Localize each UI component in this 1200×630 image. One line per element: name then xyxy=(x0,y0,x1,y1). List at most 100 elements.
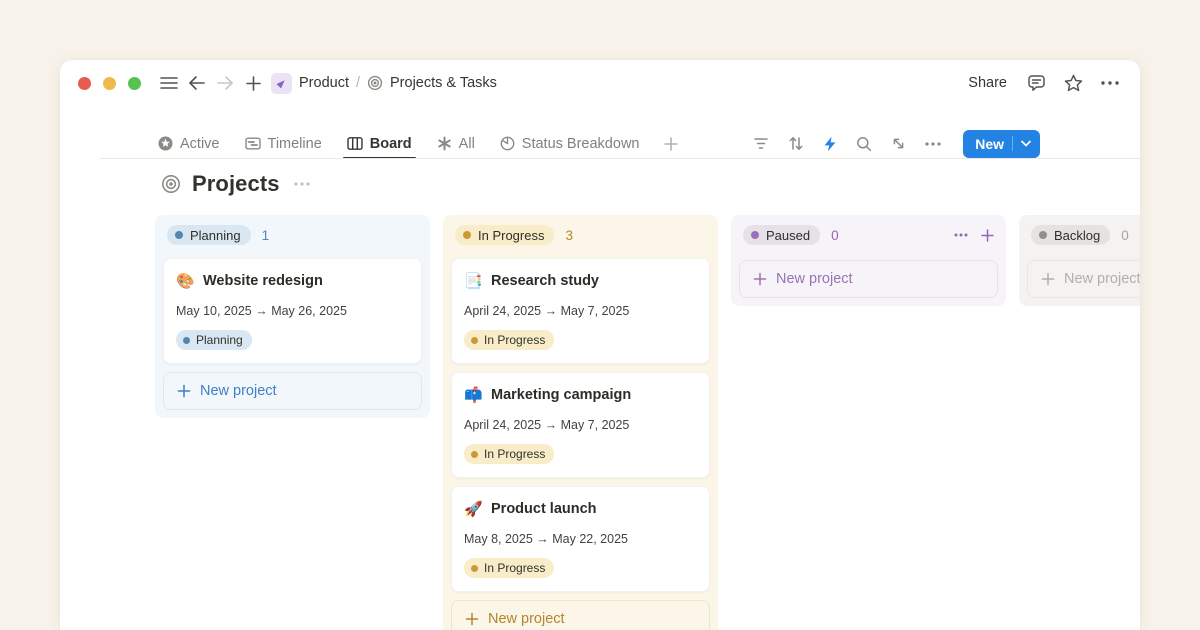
new-button-chevron-icon[interactable] xyxy=(1021,140,1031,147)
breadcrumb-workspace[interactable]: Product xyxy=(299,75,349,91)
more-options-icon[interactable] xyxy=(1096,69,1124,97)
toolbar-more-icon[interactable] xyxy=(925,142,941,146)
column-paused: Paused 0 New project xyxy=(731,215,1006,306)
card-title: Research study xyxy=(491,272,599,291)
desktop-background: { "titlebar": { "breadcrumb": { "workspa… xyxy=(0,0,1200,630)
tab-timeline[interactable]: Timeline xyxy=(245,128,322,159)
card-date-range: April 24, 2025 → May 7, 2025 xyxy=(464,418,697,433)
traffic-lights xyxy=(78,77,141,90)
column-add-icon[interactable] xyxy=(981,229,994,242)
views-row: Active Timeline Board All Status Breakdo… xyxy=(60,128,1140,159)
new-project-label: New project xyxy=(776,271,853,287)
comments-icon[interactable] xyxy=(1022,69,1050,97)
tabbar-divider xyxy=(100,158,1140,159)
card-emoji: 🚀 xyxy=(464,500,482,519)
column-in-progress: In Progress 3 📑 Research study April 24,… xyxy=(443,215,718,630)
sidebar-toggle-icon[interactable] xyxy=(155,69,183,97)
column-status-pill[interactable]: Paused xyxy=(743,225,820,245)
page-title-more-icon[interactable] xyxy=(294,182,310,186)
forward-button[interactable] xyxy=(211,69,239,97)
status-dot xyxy=(463,231,471,239)
page-title-target-icon xyxy=(161,174,181,194)
status-dot xyxy=(175,231,183,239)
status-dot xyxy=(471,451,478,458)
back-button[interactable] xyxy=(183,69,211,97)
page-target-icon xyxy=(367,75,383,91)
breadcrumb: Product / Projects & Tasks xyxy=(271,73,497,94)
new-tab-button[interactable] xyxy=(239,69,267,97)
column-count: 0 xyxy=(831,228,839,243)
card-status-pill: Planning xyxy=(176,330,252,350)
breadcrumb-separator: / xyxy=(356,75,360,91)
status-dot xyxy=(471,565,478,572)
app-window: Product / Projects & Tasks Share Act xyxy=(60,60,1140,630)
minimize-window-button[interactable] xyxy=(103,77,116,90)
filter-icon[interactable] xyxy=(753,137,769,150)
new-project-label: New project xyxy=(200,383,277,399)
share-button[interactable]: Share xyxy=(962,75,1013,91)
column-header: Backlog 0 xyxy=(1027,223,1140,252)
column-count: 3 xyxy=(565,228,573,243)
card-status-pill: In Progress xyxy=(464,330,554,350)
add-view-button[interactable] xyxy=(664,128,678,159)
tab-active[interactable]: Active xyxy=(158,128,220,159)
new-project-button[interactable]: New project xyxy=(739,260,998,298)
column-planning: Planning 1 🎨 Website redesign May 10, 20… xyxy=(155,215,430,418)
new-button-label: New xyxy=(975,136,1004,152)
card-date-range: May 10, 2025 → May 26, 2025 xyxy=(176,304,409,319)
automations-bolt-icon[interactable] xyxy=(823,136,837,152)
column-name: In Progress xyxy=(478,228,544,243)
tab-board[interactable]: Board xyxy=(347,128,412,159)
project-card-product-launch[interactable]: 🚀 Product launch May 8, 2025 → May 22, 2… xyxy=(451,486,710,592)
card-date-range: April 24, 2025 → May 7, 2025 xyxy=(464,304,697,319)
column-name: Planning xyxy=(190,228,241,243)
card-status-label: In Progress xyxy=(484,447,545,461)
new-project-button[interactable]: New project xyxy=(1027,260,1140,298)
new-project-label: New project xyxy=(488,611,565,627)
project-card-research-study[interactable]: 📑 Research study April 24, 2025 → May 7,… xyxy=(451,258,710,364)
card-emoji: 🎨 xyxy=(176,272,194,291)
search-icon[interactable] xyxy=(856,136,872,152)
kanban-board: Planning 1 🎨 Website redesign May 10, 20… xyxy=(155,215,1140,630)
column-header: Planning 1 xyxy=(163,223,422,252)
project-card-marketing-campaign[interactable]: 📫 Marketing campaign April 24, 2025 → Ma… xyxy=(451,372,710,478)
new-button[interactable]: New xyxy=(963,130,1040,158)
close-window-button[interactable] xyxy=(78,77,91,90)
column-header: Paused 0 xyxy=(739,223,998,252)
column-backlog: Backlog 0 New project xyxy=(1019,215,1140,306)
column-status-pill[interactable]: Backlog xyxy=(1031,225,1110,245)
workspace-icon[interactable] xyxy=(271,73,292,94)
favorite-star-icon[interactable] xyxy=(1059,69,1087,97)
column-name: Paused xyxy=(766,228,810,243)
card-emoji: 📫 xyxy=(464,386,482,405)
tab-status-breakdown-label: Status Breakdown xyxy=(522,136,640,152)
card-status-label: In Progress xyxy=(484,333,545,347)
column-status-pill[interactable]: In Progress xyxy=(455,225,554,245)
column-status-pill[interactable]: Planning xyxy=(167,225,251,245)
tab-status-breakdown[interactable]: Status Breakdown xyxy=(500,128,640,159)
card-status-label: Planning xyxy=(196,333,243,347)
column-more-icon[interactable] xyxy=(954,233,968,237)
card-status-pill: In Progress xyxy=(464,444,554,464)
column-name: Backlog xyxy=(1054,228,1100,243)
titlebar-actions: Share xyxy=(962,69,1124,97)
column-count: 1 xyxy=(262,228,270,243)
column-count: 0 xyxy=(1121,228,1129,243)
card-status-pill: In Progress xyxy=(464,558,554,578)
breadcrumb-page[interactable]: Projects & Tasks xyxy=(390,75,497,91)
tab-all[interactable]: All xyxy=(437,128,475,159)
expand-icon[interactable] xyxy=(891,136,906,151)
new-project-button[interactable]: New project xyxy=(451,600,710,630)
sort-icon[interactable] xyxy=(788,136,804,151)
card-title: Website redesign xyxy=(203,272,323,291)
page-title: Projects xyxy=(192,171,280,197)
tab-timeline-label: Timeline xyxy=(268,136,322,152)
new-project-label: New project xyxy=(1064,271,1140,287)
tab-board-label: Board xyxy=(370,136,412,152)
new-project-button[interactable]: New project xyxy=(163,372,422,410)
project-card-website-redesign[interactable]: 🎨 Website redesign May 10, 2025 → May 26… xyxy=(163,258,422,364)
column-controls xyxy=(954,229,994,242)
card-status-label: In Progress xyxy=(484,561,545,575)
zoom-window-button[interactable] xyxy=(128,77,141,90)
status-dot xyxy=(751,231,759,239)
